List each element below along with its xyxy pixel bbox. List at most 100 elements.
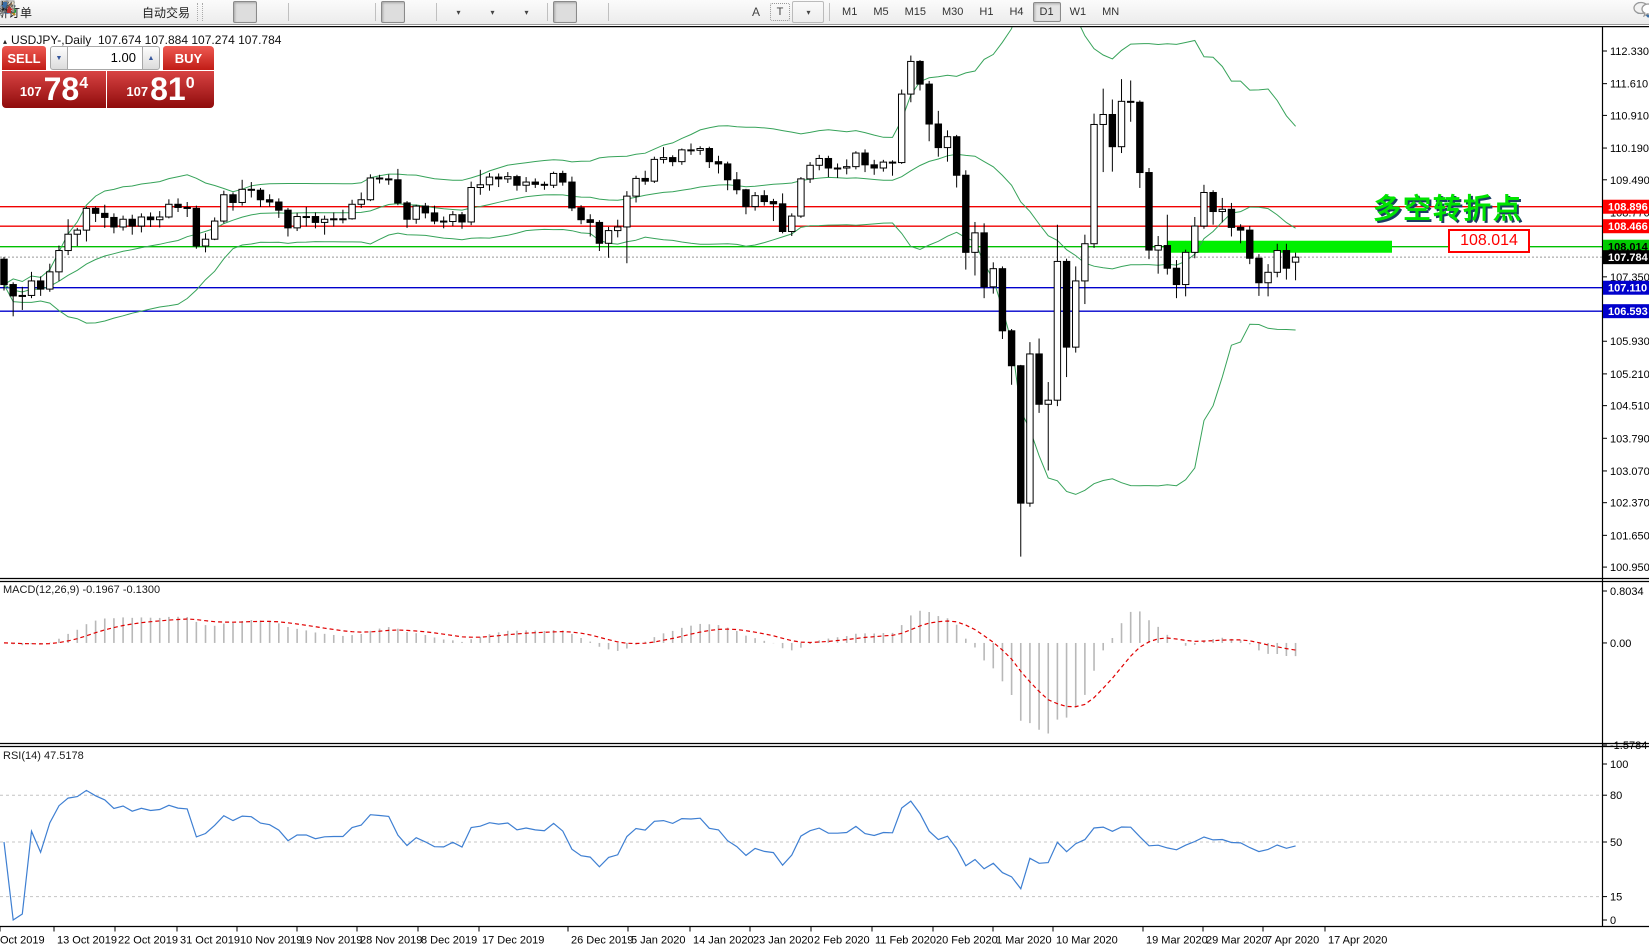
zoom-out-icon[interactable] xyxy=(320,1,344,23)
svg-text:Oct 2019: Oct 2019 xyxy=(0,935,45,947)
timeframe-m1[interactable]: M1 xyxy=(835,2,864,22)
macd-histogram xyxy=(4,611,1296,734)
indicators-icon[interactable]: ▾ xyxy=(442,1,474,23)
svg-text:13 Oct 2019: 13 Oct 2019 xyxy=(57,935,117,947)
svg-text:50: 50 xyxy=(1610,837,1622,849)
separator xyxy=(375,3,376,21)
volume-up-button[interactable]: ▲ xyxy=(142,46,160,70)
svg-text:7 Apr 2020: 7 Apr 2020 xyxy=(1266,935,1319,947)
timeframe-mn[interactable]: MN xyxy=(1095,2,1126,22)
separator xyxy=(547,3,548,21)
buy-price[interactable]: 107810 xyxy=(107,71,214,108)
svg-text:103.070: 103.070 xyxy=(1610,466,1649,478)
chart-title: ▴USDJPY-,Daily 107.674 107.884 107.274 1… xyxy=(3,33,281,47)
svg-text:106.593: 106.593 xyxy=(1608,306,1648,318)
vertical-line-icon[interactable] xyxy=(614,1,638,23)
sell-price[interactable]: 107784 xyxy=(2,71,106,108)
arrows-icon[interactable]: ▾ xyxy=(792,1,824,23)
chart-shift-icon[interactable] xyxy=(407,1,431,23)
svg-text:23 Jan 2020: 23 Jan 2020 xyxy=(753,935,814,947)
panel-borders xyxy=(0,26,1649,927)
svg-text:31 Oct 2019: 31 Oct 2019 xyxy=(180,935,240,947)
chart-annotation-text: 多空转折点 xyxy=(1373,187,1523,227)
rsi-line xyxy=(4,790,1296,920)
separator xyxy=(608,3,609,21)
crosshair-icon[interactable] xyxy=(579,1,603,23)
bar-chart-icon[interactable] xyxy=(207,1,231,23)
channel-icon[interactable]: E xyxy=(692,1,716,23)
profile-icon[interactable] xyxy=(63,1,87,23)
ohlc-values: 107.674 107.884 107.274 107.784 xyxy=(98,33,282,47)
volume-down-button[interactable]: ▼ xyxy=(50,46,68,70)
svg-text:15: 15 xyxy=(1610,892,1622,904)
chart-area: 112.330111.610110.910110.190109.490108.7… xyxy=(0,26,1649,951)
svg-text:110.910: 110.910 xyxy=(1610,110,1649,122)
svg-text:107.784: 107.784 xyxy=(1608,252,1649,264)
svg-text:-1.5784: -1.5784 xyxy=(1610,740,1647,752)
chevron-down-icon: ▾ xyxy=(807,8,811,17)
svg-text:17 Apr 2020: 17 Apr 2020 xyxy=(1328,935,1387,947)
one-click-trading-panel: SELL ▼ 1.00 ▲ BUY 107784 107810 xyxy=(2,46,214,108)
toolbar: 新订单 自动交易 xyxy=(0,0,1649,25)
price-level-callout: 108.014 xyxy=(1448,229,1530,253)
svg-text:26 Dec 2019: 26 Dec 2019 xyxy=(571,935,633,947)
collapse-arrow-icon[interactable]: ▴ xyxy=(3,37,7,46)
templates-icon[interactable]: ▾ xyxy=(510,1,542,23)
timeframe-h1[interactable]: H1 xyxy=(972,2,1000,22)
buy-button[interactable]: BUY xyxy=(163,46,214,70)
order-book-icon[interactable] xyxy=(37,1,61,23)
text-icon[interactable]: A xyxy=(744,1,768,23)
svg-text:105.210: 105.210 xyxy=(1610,369,1649,381)
signals-icon[interactable] xyxy=(89,1,113,23)
text-label-icon[interactable]: T xyxy=(770,3,790,21)
autotrading-icon[interactable] xyxy=(115,1,137,23)
timeframe-w1[interactable]: W1 xyxy=(1063,2,1094,22)
svg-text:0.8034: 0.8034 xyxy=(1610,586,1644,598)
timeframe-m30[interactable]: M30 xyxy=(935,2,970,22)
zoom-in-icon[interactable] xyxy=(294,1,318,23)
rsi-indicator-label: RSI(14) 47.5178 xyxy=(3,750,84,762)
chevron-down-icon: ▾ xyxy=(491,8,495,17)
horizontal-line-icon[interactable] xyxy=(640,1,664,23)
timeframe-h4[interactable]: H4 xyxy=(1002,2,1030,22)
separator xyxy=(288,3,289,21)
svg-text:1 Mar 2020: 1 Mar 2020 xyxy=(996,935,1052,947)
svg-text:19 Mar 2020: 19 Mar 2020 xyxy=(1146,935,1208,947)
fibonacci-icon[interactable]: F xyxy=(718,1,742,23)
timeframe-bar: M1M5M15M30H1H4D1W1MN xyxy=(835,2,1126,22)
tile-windows-icon[interactable] xyxy=(346,1,370,23)
chevron-down-icon: ▾ xyxy=(457,8,461,17)
timeframe-d1[interactable]: D1 xyxy=(1033,2,1061,22)
svg-text:101.650: 101.650 xyxy=(1610,530,1649,542)
svg-text:20 Feb 2020: 20 Feb 2020 xyxy=(936,935,998,947)
sell-button[interactable]: SELL xyxy=(2,46,46,70)
separator xyxy=(436,3,437,21)
timeframe-m15[interactable]: M15 xyxy=(898,2,933,22)
candlestick-chart-icon[interactable] xyxy=(233,1,257,23)
periods-clock-icon[interactable]: ▾ xyxy=(476,1,508,23)
trendline-icon[interactable] xyxy=(666,1,690,23)
svg-text:80: 80 xyxy=(1610,790,1622,802)
svg-text:104.510: 104.510 xyxy=(1610,401,1649,413)
macd-indicator-label: MACD(12,26,9) -0.1967 -0.1300 xyxy=(3,584,160,596)
volume-input[interactable]: 1.00 xyxy=(68,46,142,70)
rsi-levels xyxy=(0,795,1602,896)
svg-text:29 Mar 2020: 29 Mar 2020 xyxy=(1206,935,1268,947)
autotrading-button[interactable]: 自动交易 xyxy=(139,2,193,23)
svg-text:111.610: 111.610 xyxy=(1610,79,1648,91)
auto-scroll-icon[interactable] xyxy=(381,1,405,23)
svg-text:103.790: 103.790 xyxy=(1610,433,1649,445)
svg-text:110.190: 110.190 xyxy=(1610,143,1649,155)
timeframe-m5[interactable]: M5 xyxy=(866,2,895,22)
svg-text:105.930: 105.930 xyxy=(1610,336,1649,348)
cursor-icon[interactable] xyxy=(553,1,577,23)
mt4-window: 新订单 自动交易 xyxy=(0,0,1649,951)
svg-text:102.370: 102.370 xyxy=(1610,498,1649,510)
horizontal-lines xyxy=(0,207,1602,311)
candles-layer xyxy=(1,56,1299,557)
svg-text:2 Feb 2020: 2 Feb 2020 xyxy=(814,935,870,947)
svg-text:0.00: 0.00 xyxy=(1610,638,1631,650)
chart-canvas[interactable]: 112.330111.610110.910110.190109.490108.7… xyxy=(0,26,1649,951)
svg-text:108.466: 108.466 xyxy=(1608,221,1648,233)
line-chart-icon[interactable] xyxy=(259,1,283,23)
